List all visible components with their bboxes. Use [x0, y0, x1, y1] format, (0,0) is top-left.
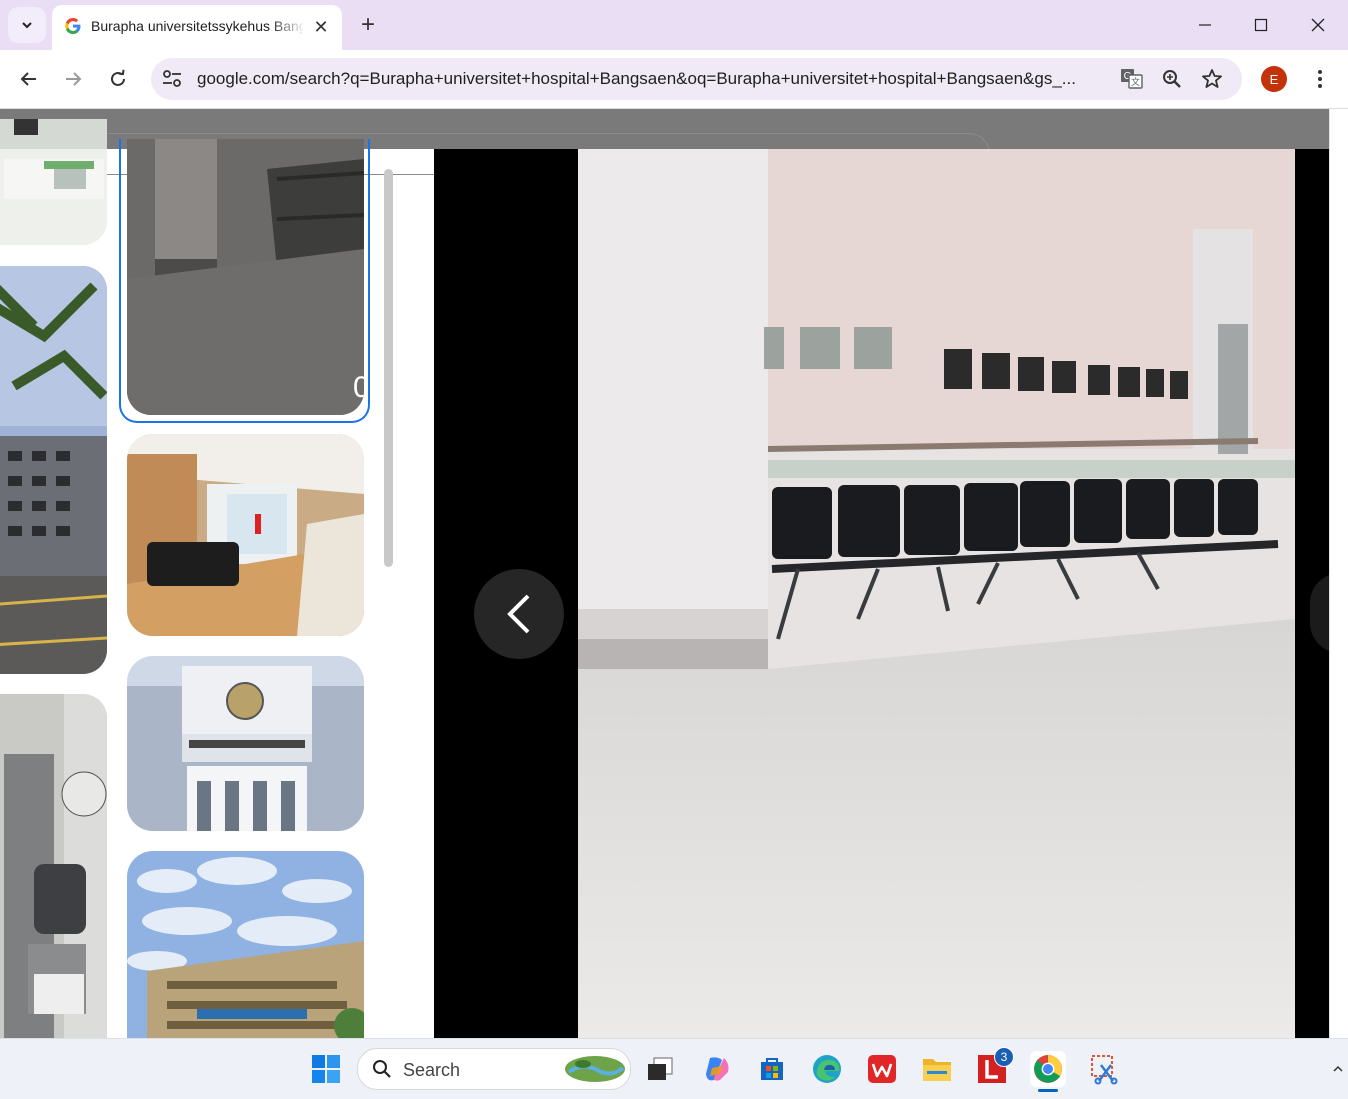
close-window-button[interactable]: [1301, 10, 1335, 40]
file-explorer-icon[interactable]: [919, 1051, 955, 1087]
menu-button[interactable]: [1306, 64, 1334, 94]
profile-avatar[interactable]: E: [1261, 66, 1287, 92]
maximize-icon: [1254, 18, 1268, 32]
browser-tab[interactable]: Burapha universitetssykehus Bangsaen - G…: [52, 5, 342, 50]
more-vertical-icon: [1318, 70, 1322, 88]
video-duration: 0:11: [353, 371, 364, 404]
show-hidden-icons-chevron-icon[interactable]: [1328, 1051, 1348, 1087]
taskbar-search[interactable]: Search: [357, 1048, 631, 1090]
maximize-button[interactable]: [1244, 10, 1278, 40]
google-icon: [65, 18, 81, 34]
close-tab-icon[interactable]: ✕: [310, 16, 332, 38]
bookmark-star-icon[interactable]: [1199, 66, 1225, 92]
reload-button[interactable]: [101, 62, 135, 96]
page-content: 0:11: [0, 109, 1329, 1038]
minimize-icon: [1199, 24, 1211, 26]
video-frame: [578, 149, 1295, 1038]
tab-title-fade: [270, 13, 306, 41]
edge-icon[interactable]: [809, 1051, 845, 1087]
address-bar[interactable]: google.com/search?q=Burapha+universitet+…: [151, 58, 1242, 100]
wps-office-icon[interactable]: [864, 1051, 900, 1087]
arrow-right-icon: [66, 72, 82, 86]
image-thumbnail[interactable]: [127, 656, 364, 831]
arrow-left-icon: [20, 72, 36, 86]
notification-badge: 3: [994, 1047, 1014, 1067]
zoom-icon[interactable]: [1159, 66, 1185, 92]
site-info-icon[interactable]: [161, 69, 183, 89]
image-thumbnail[interactable]: [0, 266, 107, 674]
taskbar-search-label: Search: [403, 1060, 461, 1080]
snipping-tool-icon[interactable]: [1086, 1051, 1122, 1087]
media-viewer: [434, 149, 1329, 1038]
new-tab-button[interactable]: +: [354, 10, 382, 40]
translate-icon[interactable]: G文: [1119, 66, 1145, 92]
copilot-icon[interactable]: [699, 1051, 735, 1087]
chevron-down-icon: [22, 22, 32, 29]
tab-strip: Burapha universitetssykehus Bangsaen - G…: [0, 0, 1348, 50]
video-thumbnail[interactable]: 0:11: [127, 139, 364, 415]
task-view-icon[interactable]: [642, 1051, 678, 1087]
close-icon: [1311, 18, 1325, 32]
windows-start-icon[interactable]: [308, 1051, 344, 1087]
image-thumbnail[interactable]: [0, 119, 107, 245]
image-thumbnail[interactable]: [127, 434, 364, 636]
url-text: google.com/search?q=Burapha+universitet+…: [197, 69, 1076, 88]
gallery-scrollbar[interactable]: [384, 169, 393, 567]
search-highlight-image: [565, 1056, 625, 1082]
back-button[interactable]: [12, 62, 46, 96]
tab-search-button[interactable]: [8, 7, 46, 43]
page-scrollbar[interactable]: [1329, 109, 1348, 1038]
search-icon: [373, 1060, 391, 1078]
chrome-icon[interactable]: [1030, 1051, 1066, 1087]
minimize-button[interactable]: [1188, 10, 1222, 40]
svg-text:文: 文: [1131, 76, 1140, 87]
forward-button[interactable]: [56, 62, 90, 96]
browser-toolbar: google.com/search?q=Burapha+universitet+…: [0, 50, 1348, 109]
next-image-button[interactable]: [1310, 573, 1329, 653]
image-thumbnail[interactable]: [127, 851, 364, 1038]
reload-icon: [111, 69, 125, 86]
image-thumbnail[interactable]: [0, 694, 107, 1038]
active-app-indicator: [1038, 1089, 1058, 1092]
microsoft-store-icon[interactable]: [754, 1051, 790, 1087]
windows-taskbar: Search 3: [0, 1038, 1348, 1099]
previous-image-button[interactable]: [474, 569, 564, 659]
chevron-left-icon: [507, 594, 530, 634]
